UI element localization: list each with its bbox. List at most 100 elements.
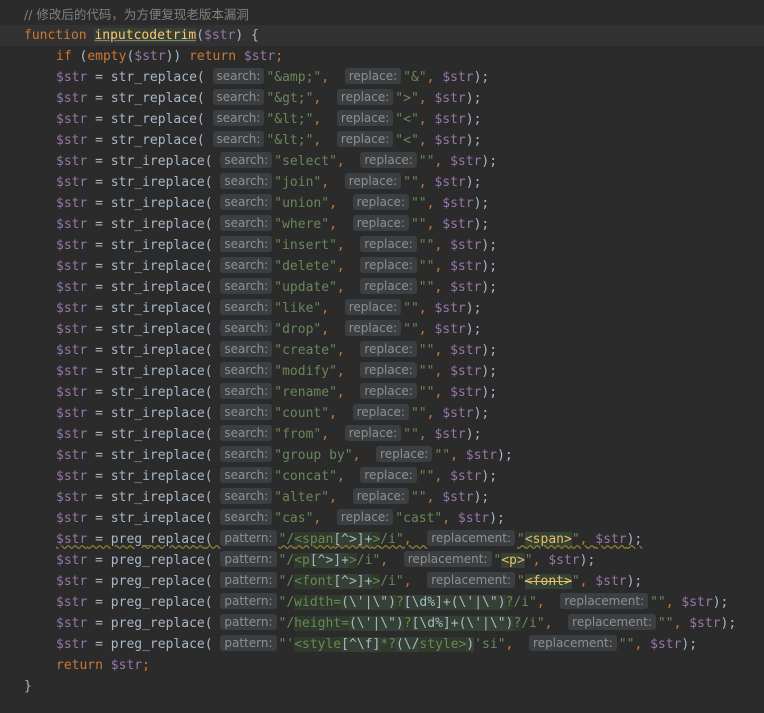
code-token: , [403, 574, 428, 589]
code-line[interactable]: $str = preg_replace( pattern: "/height=(\… [0, 613, 764, 634]
code-line[interactable]: $str = preg_replace( pattern: "'<style[^\… [0, 634, 764, 655]
code-token: ( [204, 385, 221, 400]
code-line[interactable]: $str = preg_replace( pattern: "/<font[^>]… [0, 571, 764, 592]
code-line[interactable]: $str = str_replace( search: "&lt;", repla… [0, 109, 764, 130]
code-line[interactable]: $str = str_ireplace( search: "concat", re… [0, 466, 764, 487]
code-token: "&gt;" [266, 91, 314, 106]
parameter-hint: search: [220, 320, 273, 336]
code-editor[interactable]: // 修改后的代码，为方便复现老版本漏洞 function inputcodetr… [0, 0, 764, 713]
code-line[interactable]: $str = str_ireplace( search: "count", rep… [0, 403, 764, 424]
code-token: <p [294, 553, 310, 568]
code-line[interactable]: $str = str_ireplace( search: "create", re… [0, 340, 764, 361]
code-token: $str [56, 364, 88, 379]
code-token: $str [56, 553, 88, 568]
code-token: "drop" [274, 322, 322, 337]
code-token: ( [204, 448, 221, 463]
code-token: $str [56, 91, 88, 106]
code-token: [^\f] [341, 637, 381, 652]
code-token: "" [403, 301, 419, 316]
code-token: ( [204, 154, 221, 169]
code-line[interactable]: $str = str_replace( search: "&amp;", repl… [0, 67, 764, 88]
code-line[interactable]: $str = str_replace( search: "&lt;", repla… [0, 130, 764, 151]
code-token: $str [56, 70, 88, 85]
code-line[interactable]: $str = str_ireplace( search: "delete", re… [0, 256, 764, 277]
code-line[interactable]: $str = preg_replace( pattern: "/<p[^>]+>/… [0, 550, 764, 571]
code-line[interactable]: $str = str_ireplace( search: "drop", repl… [0, 319, 764, 340]
code-token: $str [56, 217, 88, 232]
code-line[interactable]: $str = preg_replace( pattern: "/width=(\'… [0, 592, 764, 613]
code-token: (\'|\") [348, 616, 404, 631]
code-line[interactable]: if (empty($str)) return $str; [0, 46, 764, 67]
code-token: $str [450, 343, 482, 358]
code-token: ); [497, 448, 513, 463]
code-token: *? [380, 637, 396, 652]
code-token: $str [56, 574, 88, 589]
code-token: "/ [278, 574, 295, 589]
code-line[interactable]: $str = str_ireplace( search: "alter", rep… [0, 487, 764, 508]
code-line[interactable]: $str = str_ireplace( search: "insert", re… [0, 235, 764, 256]
code-token: return [56, 658, 111, 673]
code-token: $str [450, 238, 482, 253]
code-token: ); [481, 343, 498, 358]
code-token: ); [481, 238, 498, 253]
code-line-content: $str = str_ireplace( search: "rename", re… [56, 383, 497, 400]
parameter-hint: replace: [352, 215, 409, 231]
code-token: = [87, 196, 111, 211]
code-token: , [380, 553, 404, 568]
parameter-hint: pattern: [220, 593, 277, 609]
code-token: "" [418, 469, 435, 484]
code-token: , [336, 385, 361, 400]
code-token: ; [275, 49, 284, 64]
code-token: "" [418, 259, 435, 274]
parameter-hint: replacement: [529, 635, 617, 651]
code-line[interactable]: $str = str_ireplace( search: "like", repl… [0, 298, 764, 319]
code-line-content: $str = str_replace( search: "&amp;", repl… [56, 68, 489, 85]
code-line[interactable]: } [0, 676, 764, 697]
parameter-hint: replace: [352, 488, 409, 504]
code-token: = [87, 532, 111, 547]
code-token: $str [442, 217, 474, 232]
code-line[interactable]: $str = str_ireplace( search: "union", rep… [0, 193, 764, 214]
code-line[interactable]: $str = str_ireplace( search: "from", repl… [0, 424, 764, 445]
code-token: ( [204, 511, 221, 526]
code-line[interactable]: $str = str_ireplace( search: "where", rep… [0, 214, 764, 235]
code-line[interactable]: $str = str_ireplace( search: "join", repl… [0, 172, 764, 193]
code-line[interactable]: $str = str_ireplace( search: "group by", … [0, 445, 764, 466]
code-line-content: $str = str_ireplace( search: "union", rep… [56, 194, 489, 211]
code-token: "" [434, 448, 451, 463]
code-token: , [426, 217, 443, 232]
code-line[interactable]: // 修改后的代码，为方便复现老版本漏洞 [0, 4, 764, 25]
code-token: , [336, 238, 361, 253]
code-line[interactable]: return $str; [0, 655, 764, 676]
code-token: (\/ [395, 637, 420, 652]
code-token: , [426, 406, 443, 421]
code-token: [^>]+ [333, 574, 373, 589]
code-line[interactable]: $str = str_replace( search: "&gt;", repla… [0, 88, 764, 109]
code-token: function [24, 28, 95, 43]
parameter-hint: replace: [336, 131, 394, 147]
parameter-hint: replace: [376, 446, 433, 462]
code-token: "" [418, 280, 435, 295]
code-line-content: $str = str_ireplace( search: "create", re… [56, 341, 498, 358]
code-token: = [87, 280, 111, 295]
code-token: (\'|\") [458, 616, 514, 631]
code-line[interactable]: function inputcodetrim($str) { [0, 25, 764, 46]
code-line[interactable]: $str = str_ireplace( search: "cas", repla… [0, 508, 764, 529]
code-token: $str [56, 112, 88, 127]
code-token: "select" [274, 154, 337, 169]
code-token: , [313, 91, 337, 106]
code-token: "update" [274, 280, 337, 295]
parameter-hint: replace: [360, 236, 417, 252]
parameter-hint: pattern: [220, 530, 277, 546]
code-line[interactable]: $str = str_ireplace( search: "rename", re… [0, 382, 764, 403]
code-token: "" [410, 406, 427, 421]
code-token: /i" [380, 532, 404, 547]
code-line[interactable]: $str = str_ireplace( search: "select", re… [0, 151, 764, 172]
code-token: $str [450, 280, 482, 295]
code-line[interactable]: $str = str_ireplace( search: "modify", re… [0, 361, 764, 382]
code-line[interactable]: $str = preg_replace( pattern: "/<span[^>]… [0, 529, 764, 550]
code-line[interactable]: $str = str_ireplace( search: "update", re… [0, 277, 764, 298]
code-token: ); [489, 511, 505, 526]
code-token: "rename" [274, 385, 337, 400]
code-token: ); [481, 154, 498, 169]
